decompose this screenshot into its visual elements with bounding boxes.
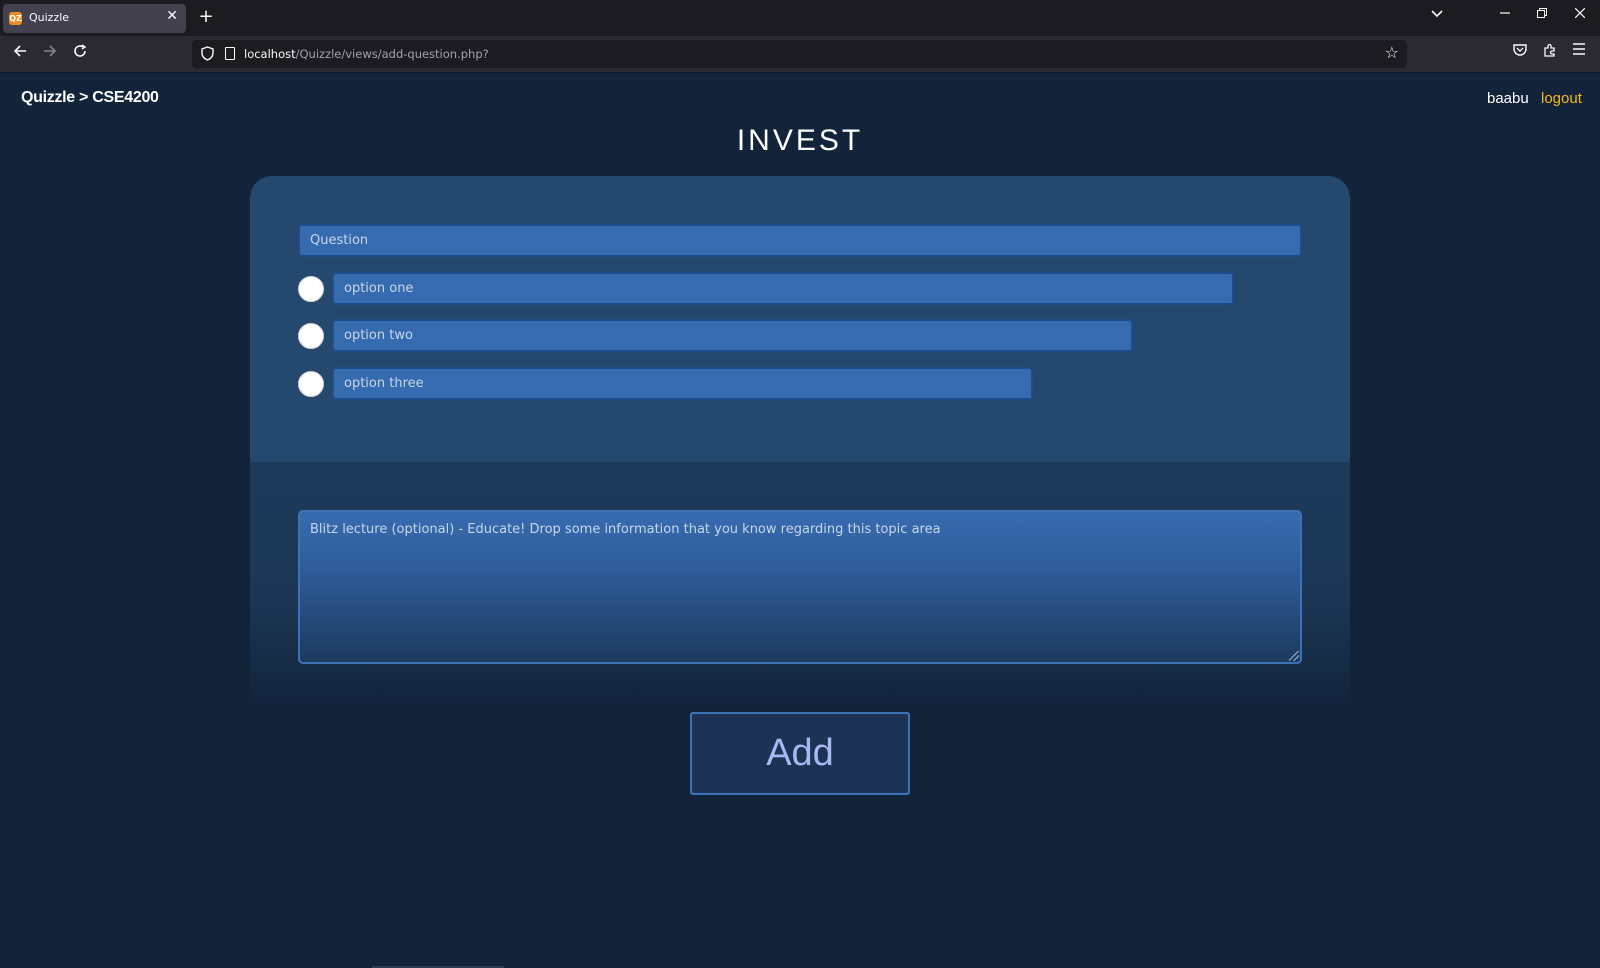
new-tab-icon[interactable]: + (196, 6, 216, 27)
resize-grip-icon[interactable] (1289, 651, 1299, 661)
url-text[interactable]: localhost/Quizzle/views/add-question.php… (244, 47, 489, 61)
page-icon[interactable] (225, 47, 235, 60)
lecture-textarea[interactable] (298, 510, 1302, 664)
option-one-input[interactable] (332, 272, 1234, 305)
browser-navigation-bar: localhost/Quizzle/views/add-question.php… (0, 36, 1600, 72)
address-bar[interactable]: localhost/Quizzle/views/add-question.php… (192, 40, 1407, 68)
url-path: /Quizzle/views/add-question.php? (295, 47, 489, 61)
browser-tab-strip: QZ Quizzle ✕ + (0, 0, 1600, 36)
option-one-radio[interactable] (298, 276, 324, 302)
chrome-divider (0, 72, 1600, 73)
back-icon[interactable] (9, 43, 31, 62)
menu-icon[interactable] (1568, 43, 1590, 59)
page-title: INVEST (736, 124, 864, 157)
extensions-icon[interactable] (1539, 43, 1561, 61)
tab-title: Quizzle (29, 11, 70, 24)
restore-icon[interactable] (1531, 7, 1553, 22)
browser-tab[interactable]: QZ Quizzle ✕ (3, 4, 186, 33)
username: baabu (1487, 90, 1529, 107)
pocket-icon[interactable] (1509, 43, 1531, 60)
reload-icon[interactable] (69, 43, 91, 62)
quizzle-favicon-icon: QZ (9, 12, 22, 25)
breadcrumb[interactable]: Quizzle > CSE4200 (21, 89, 159, 107)
option-three-input[interactable] (332, 367, 1033, 400)
option-two-input[interactable] (332, 319, 1133, 352)
question-input[interactable] (298, 224, 1302, 257)
url-host: localhost (244, 47, 296, 61)
shield-icon[interactable] (201, 46, 214, 61)
tab-close-icon[interactable]: ✕ (166, 8, 178, 24)
forward-icon[interactable] (39, 43, 61, 62)
tab-list-icon[interactable] (1426, 7, 1448, 22)
minimize-icon[interactable] (1494, 7, 1516, 22)
add-button[interactable]: Add (690, 712, 910, 795)
option-two-radio[interactable] (298, 323, 324, 349)
close-window-icon[interactable] (1569, 7, 1591, 22)
bookmark-star-icon[interactable]: ☆ (1385, 43, 1399, 62)
option-three-radio[interactable] (298, 371, 324, 397)
logout-link[interactable]: logout (1541, 90, 1582, 107)
